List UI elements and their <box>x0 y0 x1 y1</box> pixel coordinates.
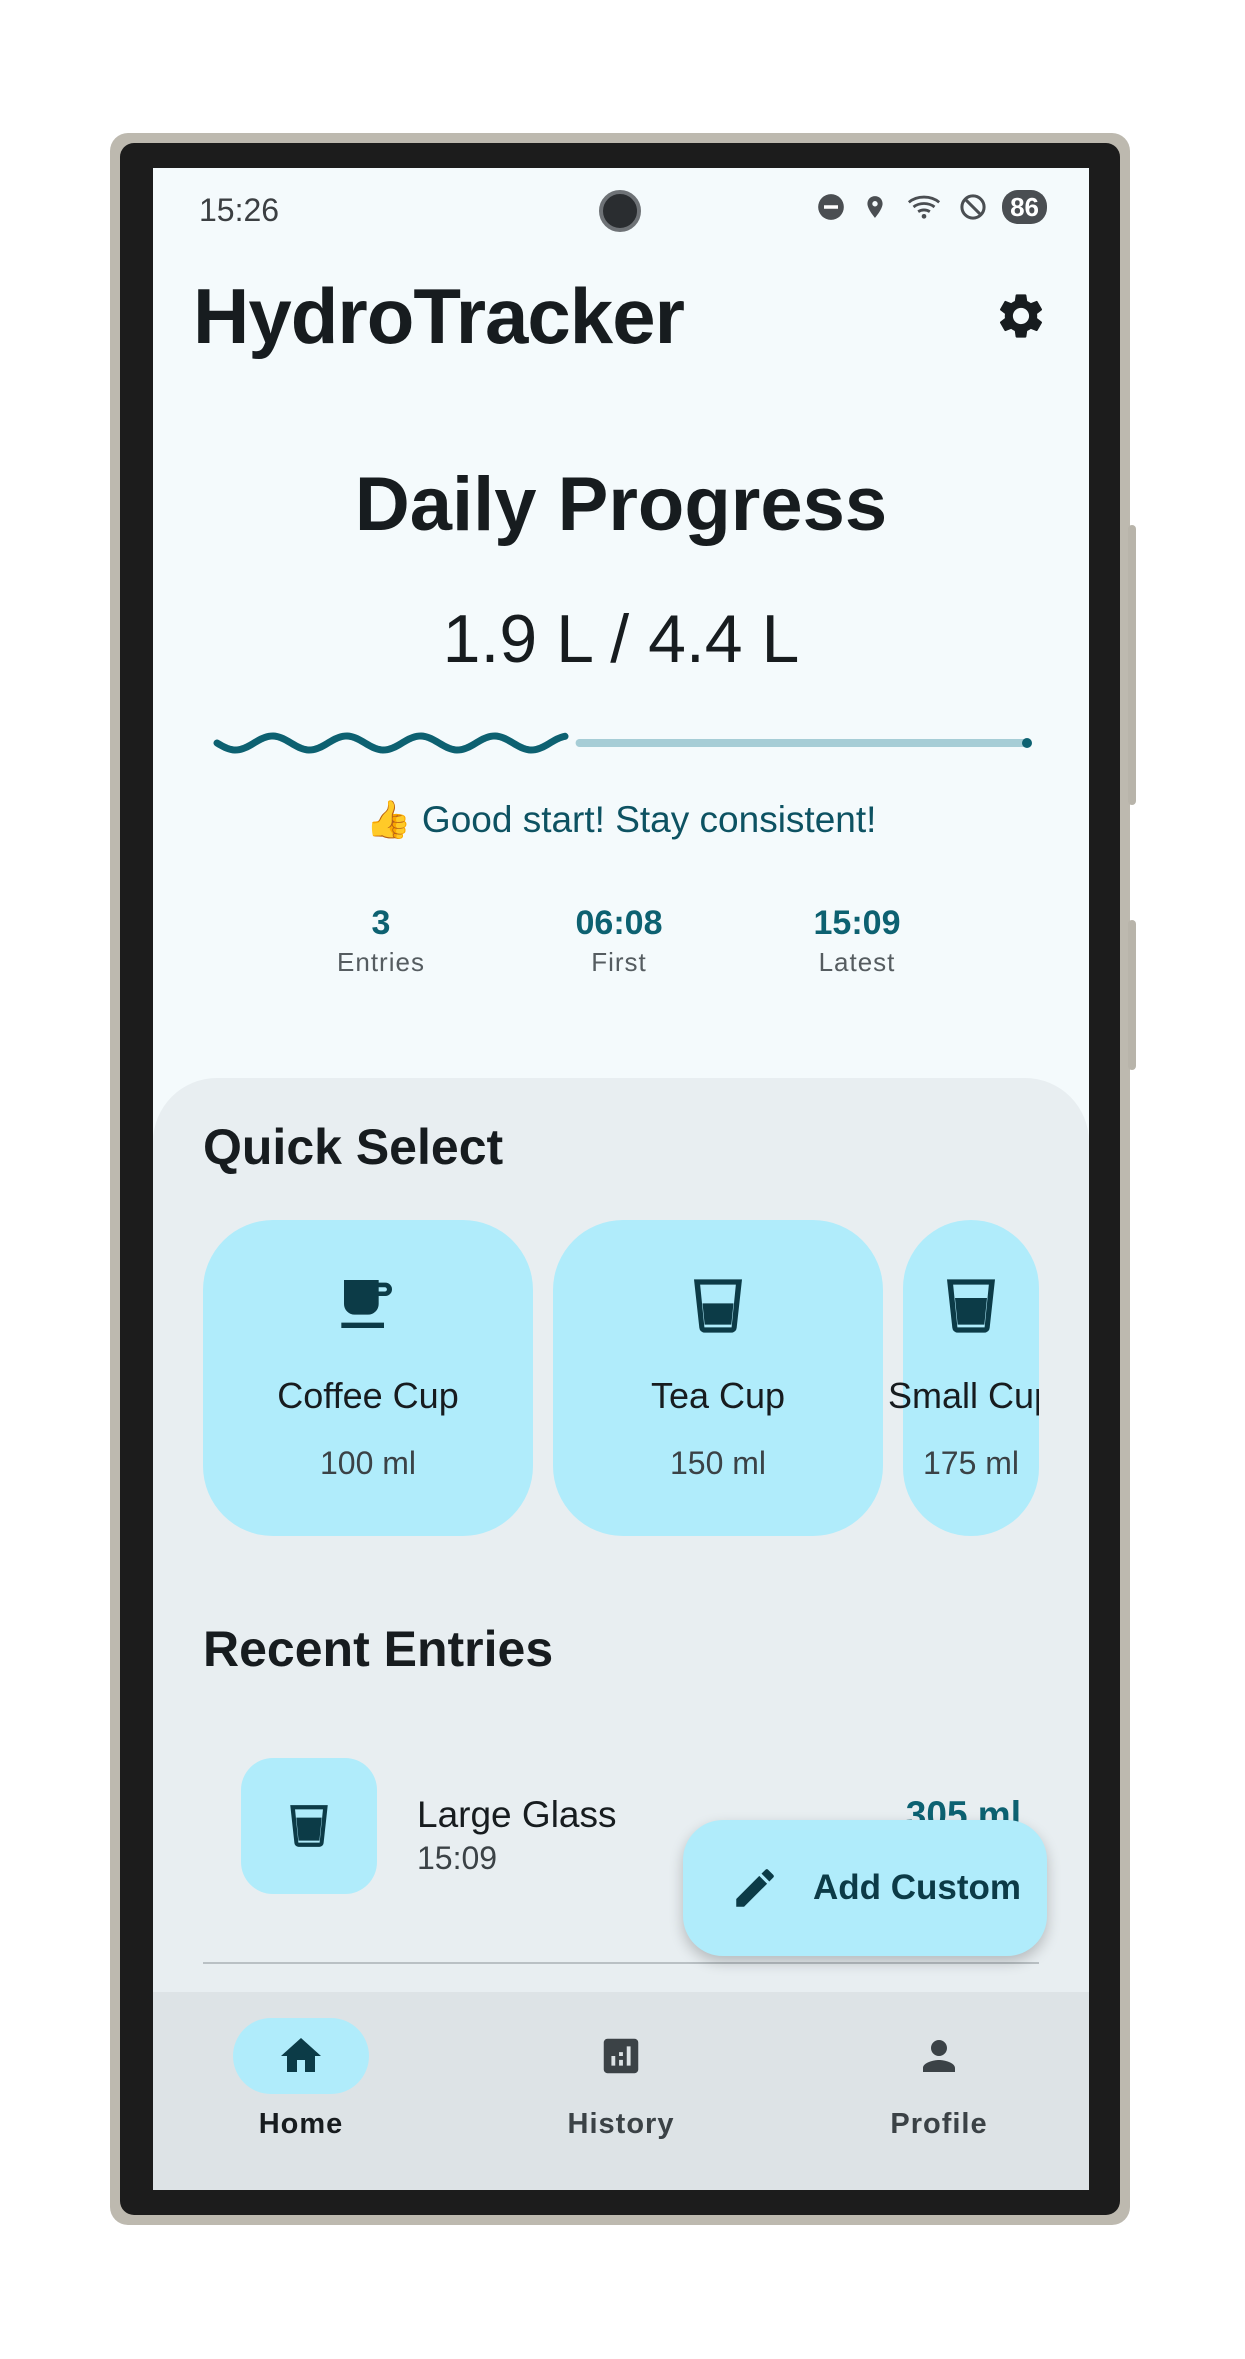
stat-value: 06:08 <box>575 904 663 942</box>
quick-card-name: Small Cup <box>887 1375 1039 1416</box>
quick-card-volume: 150 ml <box>669 1445 767 1481</box>
bottom-navigation: Home History Profile <box>153 1992 1089 2190</box>
nav-item-history[interactable]: History <box>521 2018 721 2141</box>
nav-icon-container <box>871 2018 1007 2094</box>
quick-card-small-cup[interactable]: Small Cup 175 ml <box>888 1220 1039 1536</box>
quick-card-coffee-cup[interactable]: Coffee Cup 100 ml <box>203 1220 533 1536</box>
progress-wave <box>213 732 569 754</box>
glass-icon <box>903 1272 1039 1342</box>
progress-message: 👍 Good start! Stay consistent! <box>365 799 877 840</box>
nav-active-indicator <box>233 2018 369 2094</box>
quick-card-name: Coffee Cup <box>277 1375 459 1416</box>
blocked-icon <box>958 192 988 222</box>
stat-entries: 3 Entries <box>281 904 481 978</box>
nav-label: Profile <box>890 2108 988 2140</box>
list-divider <box>203 1962 1039 1964</box>
coffee-cup-icon <box>203 1272 533 1342</box>
status-bar: 15:26 86 <box>153 168 1089 254</box>
stat-label: Entries <box>337 947 425 977</box>
status-icons: 86 <box>816 190 1047 224</box>
quick-select-title: Quick Select <box>203 1119 504 1175</box>
stat-value: 3 <box>371 904 391 942</box>
nav-item-profile[interactable]: Profile <box>839 2018 1039 2141</box>
recent-entries-title: Recent Entries <box>203 1621 554 1677</box>
power-button <box>1128 525 1136 805</box>
glass-icon <box>553 1272 883 1342</box>
home-icon <box>281 2038 321 2072</box>
nav-label: Home <box>258 2108 344 2140</box>
settings-button[interactable] <box>991 286 1051 346</box>
pencil-icon <box>727 1860 783 1916</box>
battery-indicator: 86 <box>1002 190 1047 224</box>
quick-card-volume: 175 ml <box>922 1445 1020 1481</box>
add-custom-button[interactable]: Add Custom <box>683 1820 1047 1956</box>
do-not-disturb-icon <box>816 192 846 222</box>
volume-button <box>1128 920 1136 1070</box>
location-icon <box>860 192 890 222</box>
glass-icon <box>290 1805 328 1847</box>
nav-icon-container <box>553 2018 689 2094</box>
add-custom-label: Add Custom <box>813 1868 1022 1907</box>
stats-row: 3 Entries 06:08 First 15:09 Latest <box>153 904 1089 994</box>
wavy-progress-bar <box>213 732 1032 754</box>
progress-end-dot <box>1022 738 1032 748</box>
daily-progress-title: Daily Progress <box>354 462 888 547</box>
status-time: 15:26 <box>199 192 280 228</box>
stat-label: Latest <box>818 947 896 977</box>
quick-card-volume: 100 ml <box>319 1445 417 1481</box>
nav-label: History <box>567 2108 675 2140</box>
chart-icon <box>603 2038 639 2074</box>
front-camera <box>599 190 641 232</box>
entry-icon-container <box>241 1758 377 1894</box>
wifi-icon <box>904 192 944 222</box>
stat-latest: 15:09 Latest <box>757 904 957 978</box>
stat-first: 06:08 First <box>519 904 719 978</box>
progress-amount: 1.9 L / 4.4 L <box>442 601 800 677</box>
gear-icon <box>999 294 1043 338</box>
nav-item-home[interactable]: Home <box>201 2018 401 2141</box>
app-title: HydroTracker <box>193 272 685 360</box>
phone-screen: 15:26 86 HydroTracker Daily Progress 1.9… <box>153 168 1089 2190</box>
entry-time: 15:09 <box>417 1840 498 1876</box>
person-icon <box>923 2040 955 2072</box>
stat-value: 15:09 <box>813 904 901 942</box>
quick-select-list[interactable]: Coffee Cup 100 ml Tea Cup 150 ml Small C… <box>203 1220 1039 1536</box>
stat-label: First <box>591 947 647 977</box>
entry-name: Large Glass <box>417 1794 617 1835</box>
